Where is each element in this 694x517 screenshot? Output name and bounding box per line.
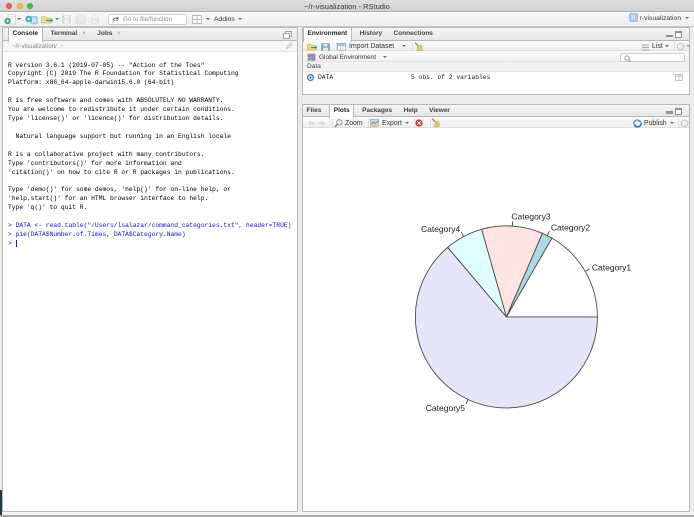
svg-text:R: R (631, 15, 636, 22)
svg-text:Category5: Category5 (426, 403, 465, 413)
svg-text:Category1: Category1 (592, 263, 631, 273)
svg-text:R: R (32, 19, 37, 25)
svg-text:Category2: Category2 (551, 222, 590, 232)
svg-text:Category3: Category3 (511, 212, 550, 222)
svg-text:Category4: Category4 (421, 224, 460, 234)
